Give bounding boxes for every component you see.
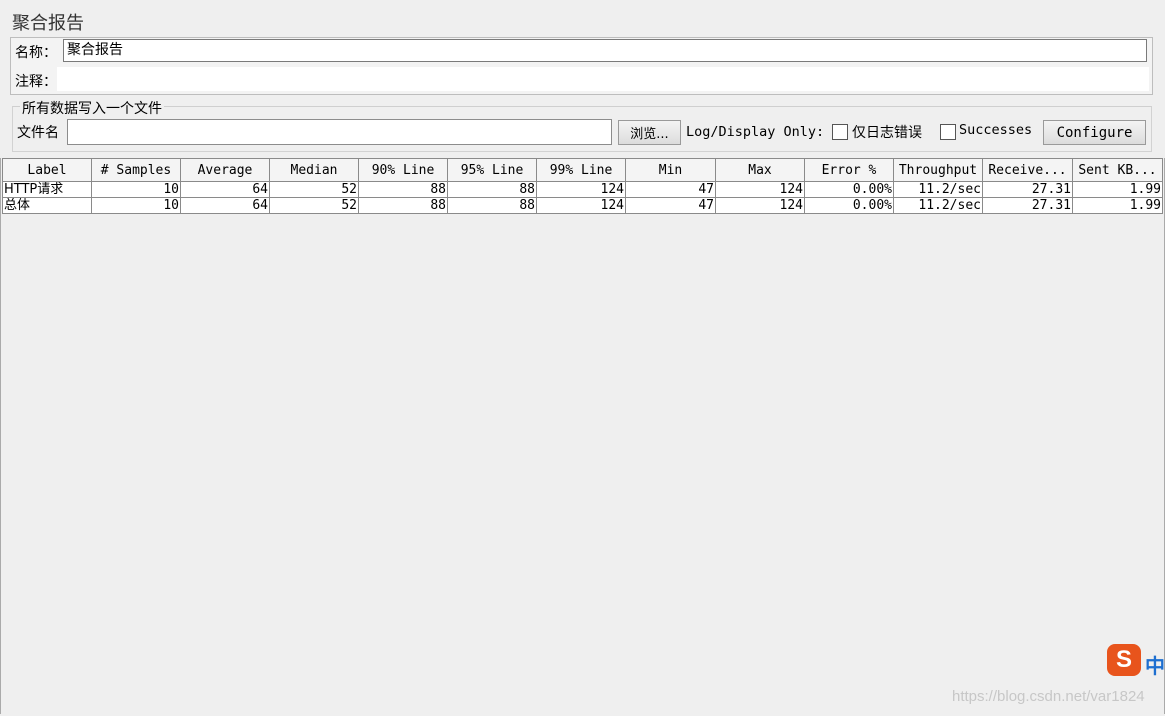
file-legend: 所有数据写入一个文件 bbox=[20, 98, 164, 118]
comment-label: 注释： bbox=[15, 74, 57, 90]
name-label: 名称： bbox=[15, 45, 57, 61]
table-cell: 52 bbox=[269, 197, 359, 214]
column-header[interactable]: Receive... bbox=[982, 158, 1073, 182]
column-header[interactable]: Error % bbox=[804, 158, 894, 182]
name-comment-box: 名称： 聚合报告 注释： bbox=[10, 37, 1153, 95]
configure-button[interactable]: Configure bbox=[1043, 120, 1146, 145]
results-table-area: Label # Samples Average Median 90% Line … bbox=[0, 158, 1165, 714]
file-name-label: 文件名 bbox=[17, 125, 59, 141]
successes-checkbox[interactable] bbox=[940, 124, 956, 140]
column-header[interactable]: Sent KB... bbox=[1072, 158, 1163, 182]
table-cell: 88 bbox=[447, 197, 537, 214]
column-header[interactable]: Median bbox=[269, 158, 359, 182]
table-cell: 47 bbox=[625, 197, 716, 214]
table-cell: HTTP请求 bbox=[2, 181, 92, 198]
table-cell: 总体 bbox=[2, 197, 92, 214]
file-name-input[interactable] bbox=[67, 119, 612, 145]
table-cell: 27.31 bbox=[982, 181, 1073, 198]
table-cell: 47 bbox=[625, 181, 716, 198]
panel-title: 聚合报告 bbox=[12, 13, 84, 34]
table-cell: 124 bbox=[715, 197, 805, 214]
aggregate-table: Label # Samples Average Median 90% Line … bbox=[2, 158, 1163, 214]
column-header[interactable]: 95% Line bbox=[447, 158, 537, 182]
table-cell: 1.99 bbox=[1072, 181, 1163, 198]
table-cell: 88 bbox=[358, 181, 448, 198]
ime-mode-indicator[interactable]: 中 bbox=[1145, 650, 1165, 679]
column-header[interactable]: # Samples bbox=[91, 158, 181, 182]
table-cell: 124 bbox=[536, 197, 626, 214]
table-cell: 64 bbox=[180, 181, 270, 198]
errors-only-label: 仅日志错误 bbox=[852, 125, 922, 141]
successes-label: Successes bbox=[959, 122, 1033, 138]
browse-button[interactable]: 浏览... bbox=[618, 120, 681, 145]
table-cell: 10 bbox=[91, 181, 181, 198]
watermark: https://blog.csdn.net/var1824 bbox=[952, 688, 1145, 705]
table-cell: 64 bbox=[180, 197, 270, 214]
table-cell: 0.00% bbox=[804, 181, 894, 198]
comment-input[interactable] bbox=[57, 67, 1149, 91]
table-cell: 124 bbox=[715, 181, 805, 198]
table-cell: 1.99 bbox=[1072, 197, 1163, 214]
column-header[interactable]: Average bbox=[180, 158, 270, 182]
name-input[interactable]: 聚合报告 bbox=[63, 39, 1147, 62]
column-header[interactable]: 90% Line bbox=[358, 158, 448, 182]
column-header[interactable]: 99% Line bbox=[536, 158, 626, 182]
column-header[interactable]: Label bbox=[2, 158, 92, 182]
column-header[interactable]: Min bbox=[625, 158, 716, 182]
column-header[interactable]: Max bbox=[715, 158, 805, 182]
table-cell: 11.2/sec bbox=[893, 181, 983, 198]
table-cell: 10 bbox=[91, 197, 181, 214]
table-row[interactable]: 总体 10 64 52 88 88 124 47 124 0.00% 11.2/… bbox=[2, 197, 1163, 214]
table-cell: 11.2/sec bbox=[893, 197, 983, 214]
table-cell: 0.00% bbox=[804, 197, 894, 214]
table-cell: 124 bbox=[536, 181, 626, 198]
ime-logo-icon[interactable]: S bbox=[1107, 644, 1141, 676]
table-cell: 27.31 bbox=[982, 197, 1073, 214]
table-cell: 88 bbox=[447, 181, 537, 198]
table-cell: 52 bbox=[269, 181, 359, 198]
column-header[interactable]: Throughput bbox=[893, 158, 983, 182]
table-header-row: Label # Samples Average Median 90% Line … bbox=[2, 158, 1163, 182]
errors-only-checkbox[interactable] bbox=[832, 124, 848, 140]
log-display-label: Log/Display Only: bbox=[686, 124, 825, 140]
table-row[interactable]: HTTP请求 10 64 52 88 88 124 47 124 0.00% 1… bbox=[2, 181, 1163, 198]
table-cell: 88 bbox=[358, 197, 448, 214]
